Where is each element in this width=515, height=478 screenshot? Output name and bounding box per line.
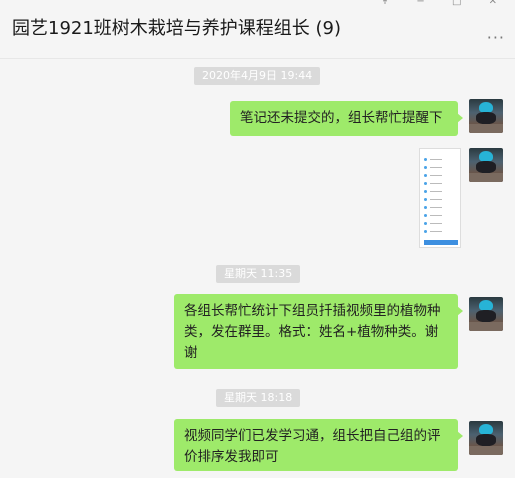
window-controls[interactable]: ↟ − □ ✕ [381,0,509,7]
timestamp: 星期天 11:35 [216,265,301,283]
chat-header: 园艺1921班树木栽培与养护课程组长 (9) ↟ − □ ✕ ··· [0,0,515,59]
timestamp: 2020年4月9日 19:44 [194,67,321,85]
avatar[interactable] [469,148,503,182]
message-bubble[interactable]: 视频同学们已发学习通，组长把自己组的评价排序发我即可 [174,419,463,471]
timestamp: 星期天 18:18 [216,389,301,407]
message-bubble[interactable]: 笔记还未提交的，组长帮忙提醒下 [230,101,463,136]
image-message[interactable] [419,148,461,248]
avatar[interactable] [469,421,503,455]
chat-title: 园艺1921班树木栽培与养护课程组长 (9) [12,18,342,39]
avatar[interactable] [469,99,503,133]
avatar[interactable] [469,297,503,331]
message-bubble[interactable]: 各组长帮忙统计下组员扦插视频里的植物种类，发在群里。格式：姓名+植物种类。谢谢 [174,294,463,369]
more-options-icon[interactable]: ··· [487,28,505,47]
